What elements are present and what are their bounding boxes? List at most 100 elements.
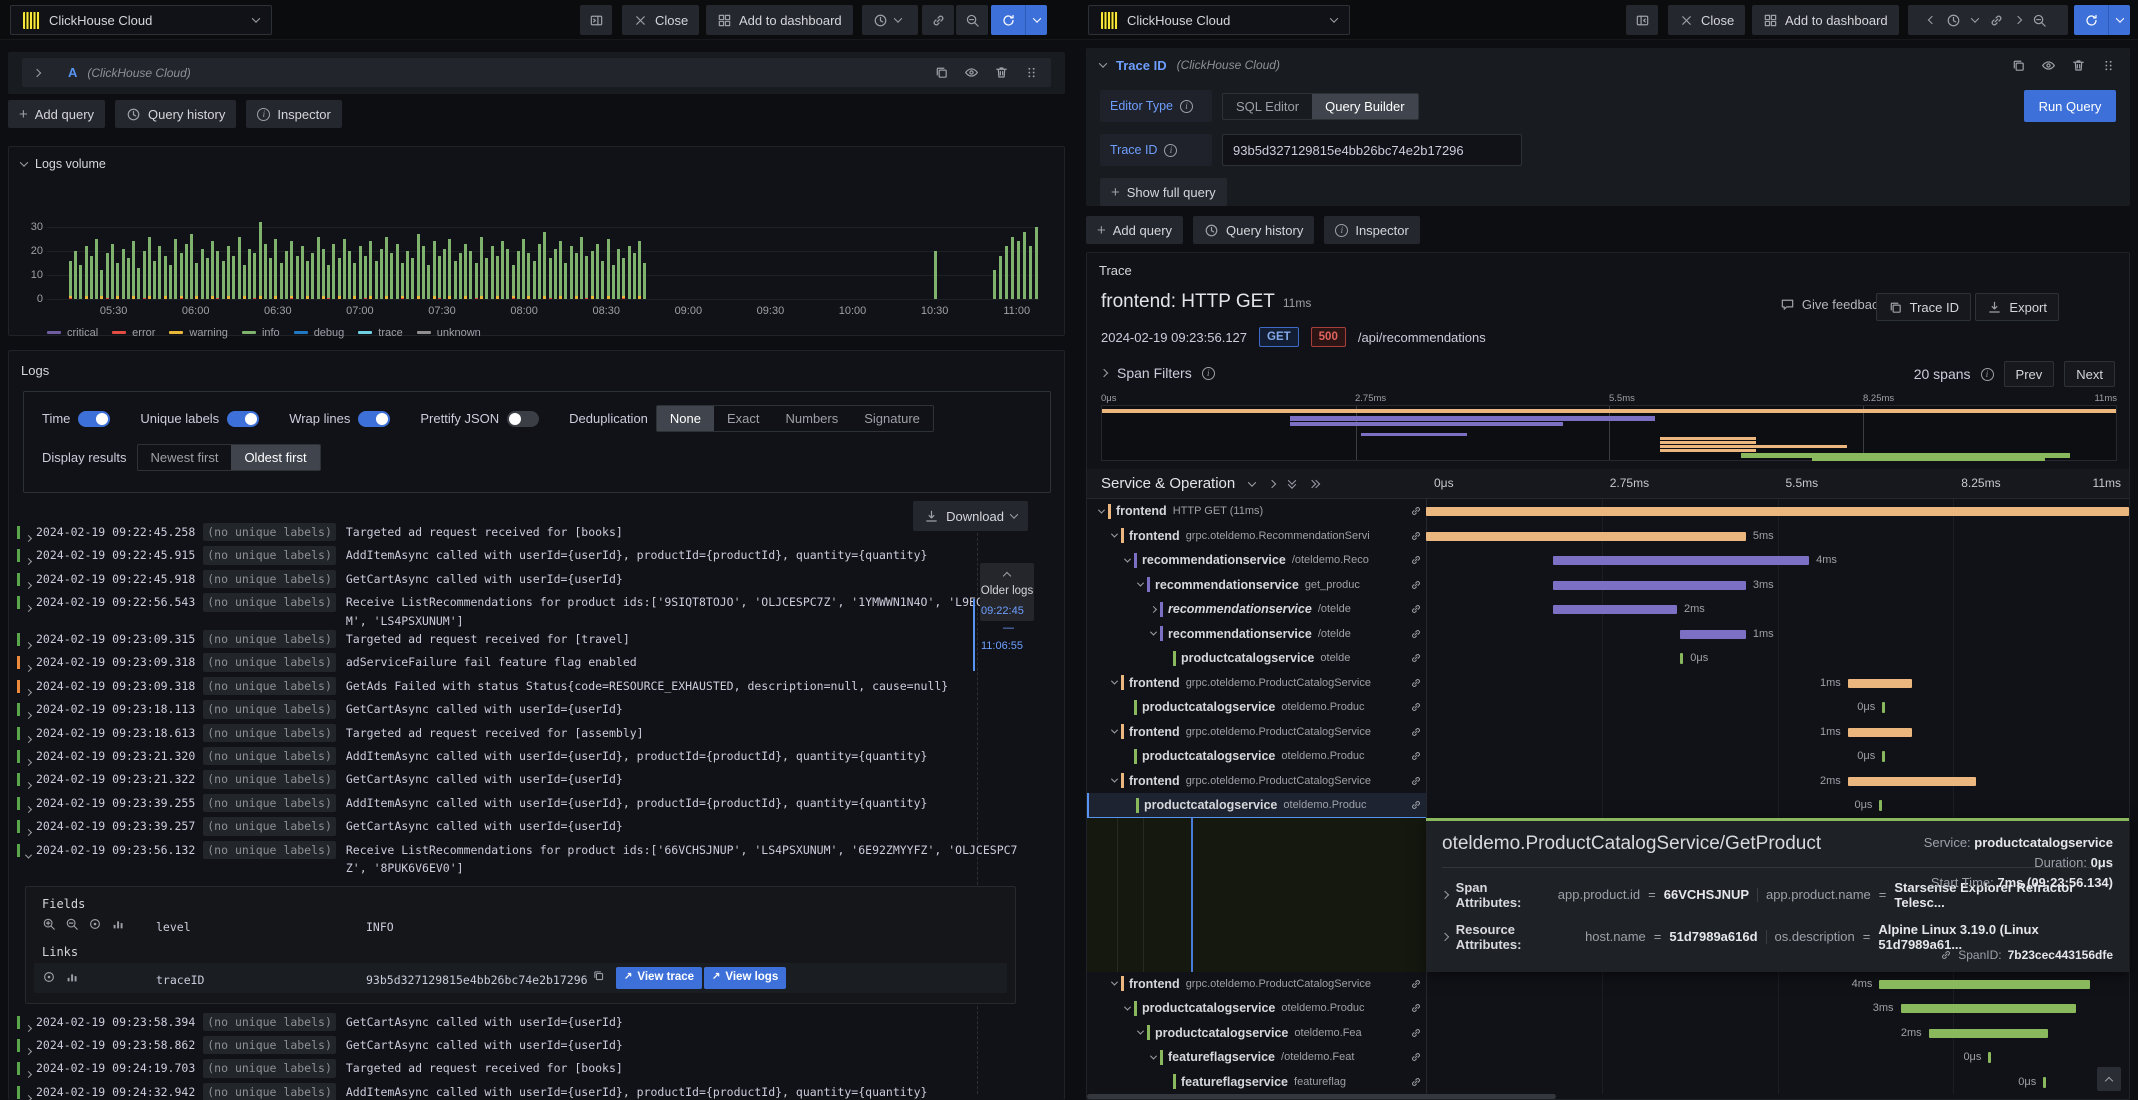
scroll-top-button[interactable]	[2097, 1067, 2121, 1091]
export-button[interactable]: Export	[1975, 293, 2059, 321]
span-link-icon[interactable]	[1410, 505, 1422, 517]
span-row[interactable]: recommendationservice/otelde 1ms	[1087, 622, 2129, 647]
log-row[interactable]: 2024-02-19 09:23:39.255 (no unique labels…	[15, 793, 1032, 817]
query-history-button[interactable]: Query history	[1193, 216, 1315, 244]
chevron-down-icon[interactable]	[1108, 726, 1121, 734]
stats-icon[interactable]	[111, 917, 125, 931]
span-bar[interactable]	[1552, 605, 1677, 614]
eye-icon[interactable]	[2041, 58, 2056, 73]
log-row[interactable]: 2024-02-19 09:24:32.942 (no unique labels…	[15, 1082, 1032, 1100]
span-bar[interactable]	[1928, 1028, 2049, 1038]
copy-icon[interactable]	[934, 65, 949, 80]
chevron-right-icon[interactable]	[1147, 605, 1160, 613]
log-row[interactable]: 2024-02-19 09:23:58.394 (no unique labels…	[15, 1012, 1032, 1036]
time-picker-left[interactable]	[862, 5, 918, 35]
minimap-canvas[interactable]	[1101, 405, 2117, 461]
chevron-down-icon[interactable]	[1108, 978, 1121, 986]
query-history-button[interactable]: Query history	[115, 100, 237, 128]
copy-icon[interactable]	[2011, 58, 2026, 73]
span-link-icon[interactable]	[1410, 750, 1422, 762]
trace-id-copy-button[interactable]: Trace ID	[1875, 293, 1971, 321]
query-row-A[interactable]: A (ClickHouse Cloud)	[22, 58, 1051, 87]
trash-icon[interactable]	[994, 65, 1009, 80]
span-link-icon[interactable]	[1410, 1051, 1422, 1063]
span-link-icon[interactable]	[1410, 554, 1422, 566]
close-split-button-left[interactable]: Close	[622, 5, 700, 35]
span-bar[interactable]	[1879, 800, 1883, 811]
span-row[interactable]: frontend grpc.oteldemo.ProductCatalogServ…	[1087, 769, 2129, 794]
span-bar[interactable]	[1879, 979, 2091, 989]
span-bar[interactable]	[1552, 556, 1810, 565]
log-row[interactable]: 2024-02-19 09:23:09.318 (no unique labels…	[15, 676, 1032, 700]
query-builder-option[interactable]: Query Builder	[1312, 93, 1418, 119]
chevron-down-icon[interactable]	[1121, 1003, 1134, 1011]
span-row[interactable]: productcatalogservice otelde 0μs	[1087, 646, 2129, 671]
chevron-down-icon[interactable]	[1134, 579, 1147, 587]
inspector-button[interactable]: i Inspector	[1324, 216, 1420, 244]
next-button[interactable]: Next	[2064, 361, 2115, 387]
span-link-icon[interactable]	[1410, 1076, 1422, 1088]
log-row[interactable]: 2024-02-19 09:23:39.257 (no unique labels…	[15, 817, 1032, 840]
log-row[interactable]: 2024-02-19 09:23:58.862 (no unique labels…	[15, 1035, 1032, 1059]
zoom-out-button-left[interactable]	[956, 5, 988, 35]
legend-item-critical[interactable]: critical	[47, 327, 98, 339]
span-link-icon[interactable]	[1410, 1027, 1422, 1039]
legend-item-error[interactable]: error	[112, 327, 155, 339]
split-pane-icon-button-left[interactable]	[580, 5, 612, 35]
span-link-icon[interactable]	[1410, 603, 1422, 615]
span-link-icon[interactable]	[1410, 628, 1422, 640]
run-refresh-button-left[interactable]	[991, 5, 1047, 35]
horizontal-scrollbar[interactable]	[1087, 1094, 2129, 1099]
chevron-down-icon[interactable]	[1147, 1052, 1160, 1060]
wrap-lines-toggle[interactable]	[358, 410, 391, 427]
span-bar[interactable]	[1680, 629, 1746, 639]
datasource-picker-right[interactable]: ClickHouse Cloud	[1088, 5, 1350, 35]
span-row[interactable]: featureflagservice/oteldemo.Feat 0μs	[1087, 1045, 2129, 1070]
legend-item-info[interactable]: info	[241, 327, 280, 339]
span-link-icon[interactable]	[1410, 775, 1422, 787]
span-link-icon[interactable]	[1410, 579, 1422, 591]
span-filters-toggle[interactable]: Span Filters i	[1099, 365, 1215, 381]
span-link-icon[interactable]	[1410, 1002, 1422, 1014]
link-shared-button-left[interactable]	[922, 5, 954, 35]
dedup-option-signature[interactable]: Signature	[851, 406, 933, 431]
dedup-option-numbers[interactable]: Numbers	[773, 406, 852, 431]
run-refresh-button-right[interactable]	[2074, 5, 2130, 35]
close-split-button-right[interactable]: Close	[1668, 5, 1746, 35]
target-icon[interactable]	[88, 917, 102, 931]
log-row[interactable]: 2024-02-19 09:23:21.320 (no unique labels…	[15, 747, 1032, 770]
span-row[interactable]: productcatalogservice oteldemo.Fea 2ms	[1087, 1021, 2129, 1046]
span-row[interactable]: productcatalogservice oteldemo.Produc 0μs	[1087, 793, 2129, 818]
display-option-oldest-first[interactable]: Oldest first	[231, 445, 320, 470]
span-link-icon[interactable]	[1410, 677, 1422, 689]
display-option-newest-first[interactable]: Newest first	[138, 445, 232, 470]
copy-icon[interactable]	[592, 969, 605, 982]
sql-editor-option[interactable]: SQL Editor	[1223, 94, 1312, 119]
chevron-down-icon[interactable]	[1121, 555, 1134, 563]
trash-icon[interactable]	[2071, 58, 2086, 73]
view-logs-button[interactable]: ↗ View logs	[704, 966, 787, 989]
span-bar[interactable]	[1426, 531, 1746, 541]
give-feedback-button[interactable]: Give feedback	[1780, 297, 1885, 312]
target-icon[interactable]	[42, 970, 56, 984]
span-link-icon[interactable]	[1410, 701, 1422, 713]
stats-icon[interactable]	[65, 970, 79, 984]
trace-id-input[interactable]: 93b5d327129815e4bb26bc74e2b17296	[1222, 134, 1522, 166]
chevron-down-icon[interactable]	[1108, 775, 1121, 783]
span-row[interactable]: frontend grpc.oteldemo.ProductCatalogServ…	[1087, 972, 2129, 997]
span-bar[interactable]	[1900, 1004, 2077, 1013]
log-row[interactable]: 2024-02-19 09:24:19.703 (no unique labels…	[15, 1059, 1032, 1082]
span-bar[interactable]	[1882, 702, 1886, 713]
dedup-option-none[interactable]: None	[656, 406, 714, 431]
span-bar[interactable]	[1680, 653, 1684, 664]
log-row[interactable]: 2024-02-19 09:23:09.318 (no unique labels…	[15, 653, 1032, 676]
span-bar[interactable]	[1847, 727, 1912, 737]
zoom-in-icon[interactable]	[42, 917, 56, 931]
view-trace-button[interactable]: ↗ View trace	[616, 966, 703, 989]
span-link-icon[interactable]	[1410, 726, 1422, 738]
legend-item-unknown[interactable]: unknown	[416, 327, 481, 339]
drag-handle-icon[interactable]	[1024, 65, 1039, 80]
span-link-icon[interactable]	[1410, 652, 1422, 664]
expand-one-icon[interactable]	[1267, 479, 1277, 488]
collapse-levels-icon[interactable]	[1287, 475, 1297, 489]
